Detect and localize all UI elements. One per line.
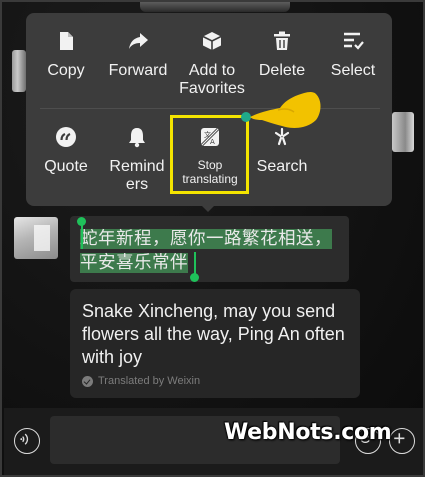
menu-item-label: Select [330, 62, 376, 79]
forward-icon [129, 33, 148, 49]
translation-footer: Translated by Weixin [82, 375, 200, 387]
selection-handle-start-line [81, 223, 83, 249]
translation-text: Snake Xincheng, may you send flowers all… [82, 301, 345, 367]
copy-icon [60, 32, 73, 50]
plus-icon [394, 433, 405, 444]
pointing-hand-icon [241, 92, 321, 128]
voice-button[interactable] [14, 428, 40, 454]
app-screen: Copy Forward Add to Favorites Delete Sel… [0, 0, 425, 477]
menu-divider [40, 108, 380, 109]
check-icon [82, 375, 93, 387]
menu-item-forward[interactable]: Forward [106, 30, 170, 80]
quote-icon [56, 127, 76, 147]
menu-item-label: Search [256, 158, 308, 175]
menu-item-label: Quote [44, 158, 88, 175]
menu-item-label: Delete [258, 62, 306, 79]
avatar-partial-left[interactable] [12, 50, 26, 92]
top-handle [140, 2, 290, 12]
avatar-partial-right[interactable] [392, 112, 414, 152]
sender-avatar[interactable] [14, 217, 58, 259]
menu-item-label: Forward [108, 62, 168, 79]
more-button[interactable] [389, 428, 415, 454]
context-menu-caret [200, 204, 216, 212]
trash-icon [274, 31, 290, 50]
bell-icon [129, 128, 145, 148]
menu-item-quote[interactable]: Quote [40, 126, 92, 176]
menu-item-search[interactable]: Search [254, 126, 310, 176]
favorites-cube-icon [202, 32, 222, 50]
translated-by-label: Translated by Weixin [98, 375, 201, 387]
menu-item-select[interactable]: Select [328, 30, 378, 80]
menu-item-delete[interactable]: Delete [256, 30, 308, 80]
watermark: WebNots.com [224, 420, 392, 445]
menu-item-label: Copy [47, 62, 85, 79]
menu-item-copy[interactable]: Copy [42, 30, 90, 80]
menu-item-label: Add to Favorites [179, 62, 245, 97]
selection-handle-end[interactable] [190, 273, 199, 282]
selected-text-line-1: 蛇年新程，愿你一路繁花相送， [80, 229, 332, 249]
menu-item-label: Remind ers [109, 158, 165, 193]
original-message-text[interactable]: 蛇年新程，愿你一路繁花相送， 平安喜乐常伴 [80, 227, 342, 275]
select-list-icon [344, 32, 364, 50]
selection-handle-start[interactable] [77, 217, 86, 226]
menu-item-reminders[interactable]: Remind ers [106, 126, 168, 194]
menu-item-add-to-favorites[interactable]: Add to Favorites [179, 30, 245, 98]
selected-text-line-2: 平安喜乐常伴 [80, 253, 188, 273]
voice-icon [20, 433, 29, 445]
